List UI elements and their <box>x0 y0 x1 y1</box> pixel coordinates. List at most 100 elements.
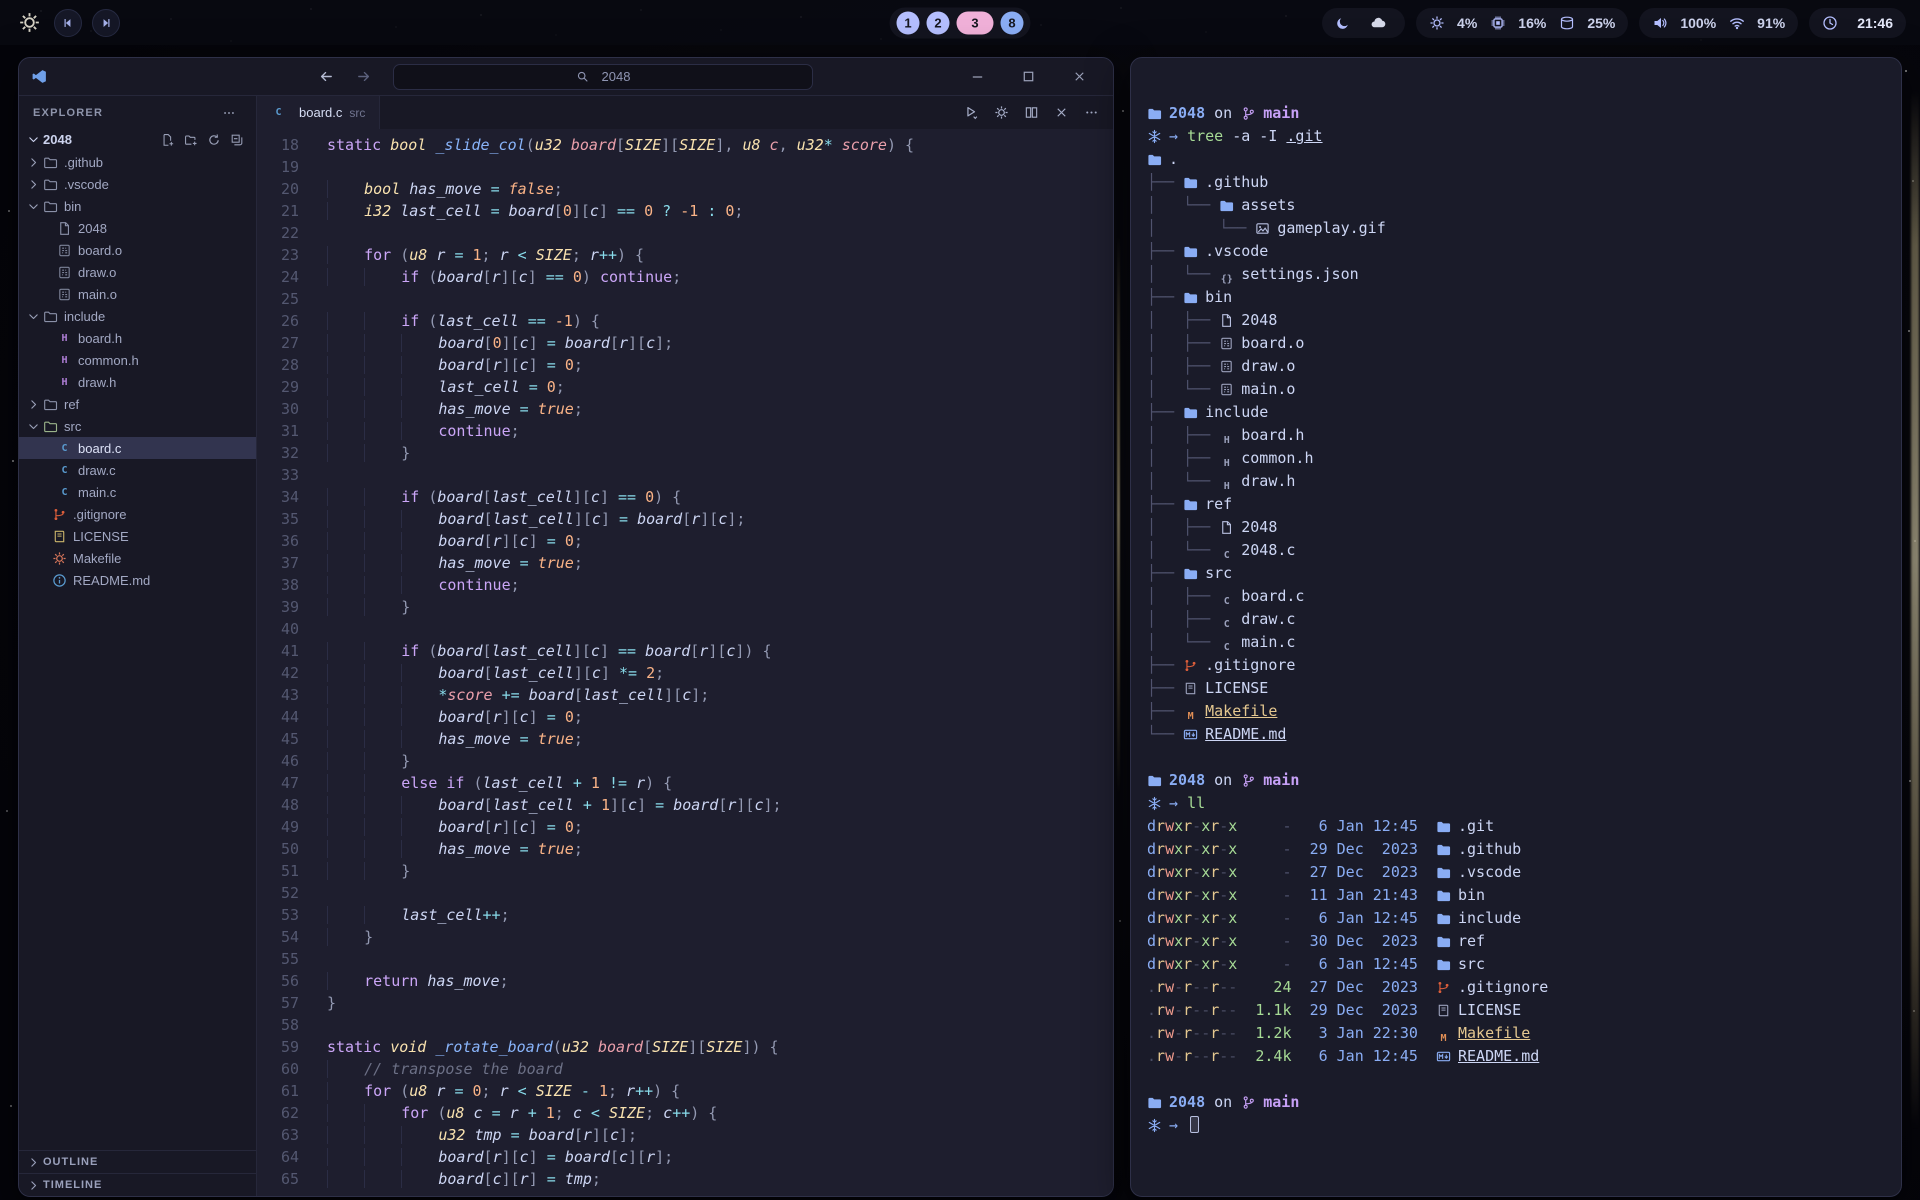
line-number: 28 <box>257 354 299 376</box>
git-branch-icon <box>1241 773 1256 788</box>
file-type-icon: C <box>1219 594 1234 609</box>
explorer-item-label: include <box>64 309 105 324</box>
folder-icon <box>1436 957 1451 972</box>
code-line: 22 <box>257 222 1113 244</box>
explorer-item-draw.c[interactable]: Cdraw.c <box>19 459 256 481</box>
new-file-button[interactable] <box>161 133 175 147</box>
git-branch-icon <box>1241 106 1256 121</box>
tree-entry: ├── .github <box>1147 171 1893 194</box>
line-number: 48 <box>257 794 299 816</box>
explorer-item-Makefile[interactable]: Makefile <box>19 547 256 569</box>
workspace-1[interactable]: 1 <box>897 11 920 34</box>
terminal-prompt: 2048 on main <box>1147 102 1893 125</box>
explorer-item-ref[interactable]: ref <box>19 393 256 415</box>
terminal-window[interactable]: 2048 on main→ tree -a -I .git.├── .githu… <box>1130 57 1902 1197</box>
tab-bar: C board.c src <box>257 96 1113 129</box>
explorer-item-label: main.o <box>78 287 117 302</box>
code-area[interactable]: 18static bool _slide_col(u32 board[SIZE]… <box>257 129 1113 1196</box>
forward-arrow-icon[interactable] <box>356 69 371 84</box>
panel-timeline[interactable]: TIMELINE <box>19 1173 256 1196</box>
explorer-item-main.c[interactable]: Cmain.c <box>19 481 256 503</box>
close-button[interactable] <box>1054 105 1069 120</box>
image-icon <box>1255 221 1270 236</box>
line-number: 40 <box>257 618 299 640</box>
explorer-item-.github[interactable]: .github <box>19 151 256 173</box>
folder-icon <box>1436 819 1451 834</box>
system-stats[interactable]: 4%16%25% <box>1416 8 1628 38</box>
explorer-item-.vscode[interactable]: .vscode <box>19 173 256 195</box>
close-button[interactable] <box>1072 69 1087 84</box>
explorer-root[interactable]: 2048 <box>19 128 256 151</box>
explorer-item-README.md[interactable]: README.md <box>19 569 256 591</box>
explorer-item-board.o[interactable]: board.o <box>19 239 256 261</box>
c-file-icon: C <box>57 463 72 478</box>
book-icon <box>1183 681 1198 696</box>
file-type-icon: {} <box>1219 272 1234 287</box>
explorer-item-LICENSE[interactable]: LICENSE <box>19 525 256 547</box>
line-number: 58 <box>257 1014 299 1036</box>
wifi-value: 91% <box>1757 15 1785 31</box>
collapse-all-button[interactable] <box>230 133 244 147</box>
code-line: 23 for (u8 r = 1; r < SIZE; r++) { <box>257 244 1113 266</box>
file-type-icon: H <box>1219 456 1234 471</box>
clock-widget[interactable]: 21:46 <box>1809 8 1906 38</box>
explorer-header: EXPLORER <box>19 98 256 128</box>
code-line: 59static void _rotate_board(u32 board[SI… <box>257 1036 1113 1058</box>
run-button[interactable] <box>964 105 979 120</box>
tree-entry: ├── bin <box>1147 286 1893 309</box>
maximize-button[interactable] <box>1021 69 1036 84</box>
listing-entry: .rw-r--r-- 1.2k 3 Jan 22:30 MMakefile <box>1147 1022 1893 1045</box>
refresh-button[interactable] <box>207 133 221 147</box>
code-line: 53 last_cell++; <box>257 904 1113 926</box>
explorer-item-draw.h[interactable]: Hdraw.h <box>19 371 256 393</box>
folder-icon <box>1436 888 1451 903</box>
explorer-item-draw.o[interactable]: draw.o <box>19 261 256 283</box>
explorer-item-board.c[interactable]: Cboard.c <box>19 437 256 459</box>
file-type-icon: H <box>1219 479 1234 494</box>
explorer-item-label: .github <box>64 155 103 170</box>
speaker-value: 100% <box>1680 15 1716 31</box>
explorer-item-common.h[interactable]: Hcommon.h <box>19 349 256 371</box>
explorer-item-src[interactable]: src <box>19 415 256 437</box>
explorer-item-board.h[interactable]: Hboard.h <box>19 327 256 349</box>
explorer-item-.gitignore[interactable]: .gitignore <box>19 503 256 525</box>
listing-entry: drwxr-xr-x - 30 Dec 2023 ref <box>1147 930 1893 953</box>
panel-outline[interactable]: OUTLINE <box>19 1150 256 1173</box>
explorer-item-bin[interactable]: bin <box>19 195 256 217</box>
network-volume[interactable]: 100% 91% <box>1639 8 1798 38</box>
listing-entry: drwxr-xr-x - 6 Jan 12:45 src <box>1147 953 1893 976</box>
back-arrow-icon[interactable] <box>319 69 334 84</box>
explorer-item-main.o[interactable]: main.o <box>19 283 256 305</box>
workspace-8[interactable]: 8 <box>1001 11 1024 34</box>
folder-icon <box>1183 290 1198 305</box>
line-number: 56 <box>257 970 299 992</box>
tab-board-c[interactable]: C board.c src <box>257 96 380 129</box>
gear-icon <box>1429 15 1445 31</box>
editor-titlebar[interactable]: 2048 <box>19 58 1113 96</box>
split-button[interactable] <box>1024 105 1039 120</box>
new-folder-button[interactable] <box>184 133 198 147</box>
explorer-item-include[interactable]: include <box>19 305 256 327</box>
workspace-2[interactable]: 2 <box>927 11 950 34</box>
explorer-item-2048[interactable]: 2048 <box>19 217 256 239</box>
terminal-content[interactable]: 2048 on main→ tree -a -I .git.├── .githu… <box>1147 102 1893 1137</box>
workspace-3[interactable]: 3 <box>957 11 994 34</box>
terminal-prompt: 2048 on main <box>1147 1091 1893 1114</box>
next-workspace-button[interactable] <box>92 9 120 37</box>
titlebar-search[interactable]: 2048 <box>393 64 813 90</box>
chevron-right-icon <box>27 398 43 411</box>
nix-snowflake-icon <box>1147 796 1162 811</box>
minimize-button[interactable] <box>970 69 985 84</box>
more-button[interactable] <box>1084 105 1099 120</box>
launcher-button[interactable] <box>14 8 44 38</box>
settings-button[interactable] <box>994 105 1009 120</box>
line-number: 57 <box>257 992 299 1014</box>
editor-window[interactable]: 2048 EXPLORER 2048 .github.vs <box>18 57 1114 1197</box>
explorer-item-label: board.c <box>78 441 121 456</box>
tree-entry: ├── MMakefile <box>1147 700 1893 723</box>
prev-workspace-button[interactable] <box>54 9 82 37</box>
line-number: 27 <box>257 332 299 354</box>
listing-entry: .rw-r--r-- 1.1k 29 Dec 2023 LICENSE <box>1147 999 1893 1022</box>
explorer-more-icon[interactable] <box>222 106 236 120</box>
weather-widget[interactable] <box>1322 8 1405 38</box>
